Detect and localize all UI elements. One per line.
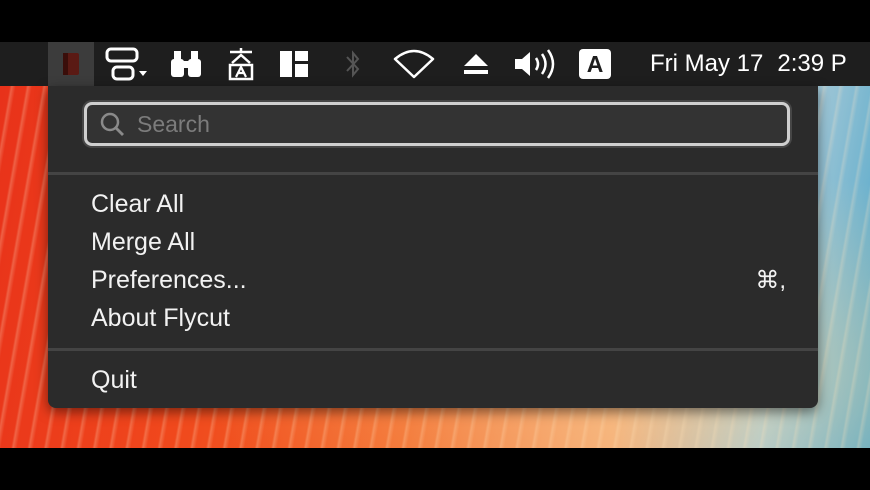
menu-separator — [48, 172, 818, 175]
input-source-icon: A — [579, 49, 611, 79]
search-input[interactable] — [135, 109, 787, 139]
volume-menu-extra[interactable] — [512, 42, 558, 86]
clock-date: Fri May 17 — [650, 50, 764, 77]
menu-item-label: About Flycut — [91, 303, 230, 332]
layout-menu-extra[interactable] — [276, 42, 312, 86]
flycut-dropdown-menu: Clear All Merge All Preferences... ⌘, Ab… — [48, 86, 818, 408]
eject-menu-extra[interactable] — [460, 42, 492, 86]
clock-time: 2:39 P — [777, 50, 847, 77]
translate-icon — [228, 48, 254, 81]
menu-item-preferences[interactable]: Preferences... ⌘, — [48, 262, 818, 298]
volume-icon — [515, 49, 555, 79]
menu-item-quit[interactable]: Quit — [48, 362, 818, 398]
translate-menu-extra[interactable] — [224, 42, 258, 86]
mission-control-menu-extra[interactable] — [104, 42, 152, 86]
wifi-icon — [393, 49, 435, 79]
flycut-icon — [63, 53, 79, 75]
menu-bar: A Fri May 17 2:39 P — [0, 42, 870, 86]
layout-icon — [280, 51, 308, 77]
menu-bar-clock[interactable]: Fri May 17 2:39 P — [650, 42, 870, 86]
input-source-menu-extra[interactable]: A — [578, 42, 612, 86]
letterbox-bottom — [0, 448, 870, 490]
mission-control-icon — [105, 47, 147, 81]
keyboard-shortcut: ⌘, — [755, 266, 786, 294]
wifi-menu-extra[interactable] — [392, 42, 436, 86]
menu-item-label: Clear All — [91, 189, 185, 218]
bluetooth-icon — [346, 50, 360, 78]
binoculars-icon — [171, 51, 201, 77]
input-source-letter: A — [586, 50, 604, 77]
search-field[interactable] — [84, 102, 790, 146]
bluetooth-menu-extra[interactable] — [340, 42, 366, 86]
menu-item-clear-all[interactable]: Clear All — [48, 186, 818, 222]
menu-item-label: Quit — [91, 365, 137, 394]
menu-separator — [48, 348, 818, 351]
search-icon — [100, 112, 124, 136]
menu-item-about-flycut[interactable]: About Flycut — [48, 300, 818, 336]
eject-icon — [464, 54, 488, 74]
menu-item-label: Merge All — [91, 227, 196, 256]
menu-item-label: Preferences... — [91, 265, 247, 294]
binoculars-menu-extra[interactable] — [168, 42, 204, 86]
menu-item-merge-all[interactable]: Merge All — [48, 224, 818, 260]
flycut-menu-extra[interactable] — [48, 42, 94, 86]
